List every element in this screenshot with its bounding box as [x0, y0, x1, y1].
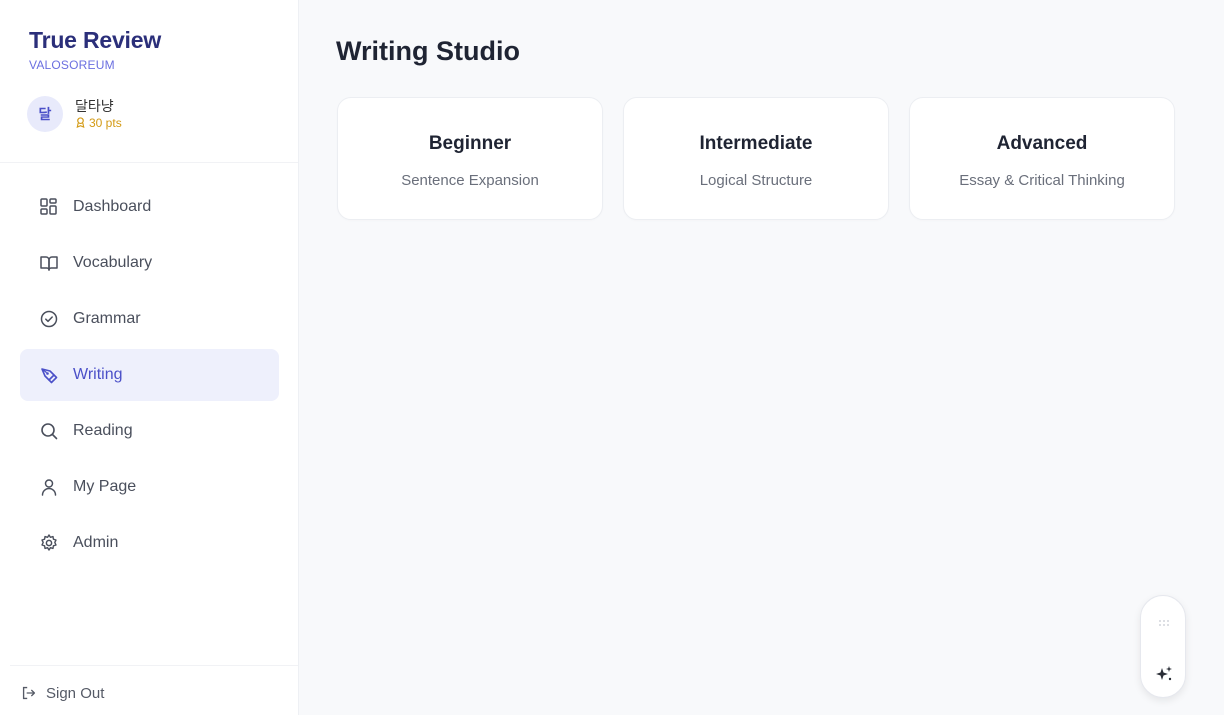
brand[interactable]: True Review VALOSOREUM [29, 27, 161, 72]
sidebar-divider-bottom [10, 665, 298, 666]
user-points: 30 pts [75, 115, 122, 131]
brand-subtitle: VALOSOREUM [29, 58, 115, 72]
sidebar-item-label: My Page [73, 478, 137, 495]
drag-handle-icon[interactable] [1157, 618, 1171, 628]
sidebar-item-label: Dashboard [73, 198, 152, 215]
user-points-value: 30 pts [89, 115, 122, 130]
app-root: True Review VALOSOREUM 달 달타냥 30 pts Dash… [0, 0, 1224, 715]
card-subtitle: Sentence Expansion [401, 172, 539, 189]
sidebar-item-my-page[interactable]: My Page [20, 461, 279, 513]
sidebar-nav: Dashboard Vocabulary Grammar Writing Rea… [20, 181, 279, 573]
sign-out-label: Sign Out [46, 684, 105, 702]
user-name: 달타냥 [75, 97, 114, 114]
book-open-icon [38, 252, 60, 274]
brand-title: True Review [29, 27, 162, 53]
sidebar-item-admin[interactable]: Admin [20, 517, 279, 569]
sidebar-item-vocabulary[interactable]: Vocabulary [20, 237, 279, 289]
card-advanced[interactable]: Advanced Essay & Critical Thinking [909, 97, 1175, 220]
sidebar-item-label: Reading [73, 422, 133, 439]
card-intermediate[interactable]: Intermediate Logical Structure [623, 97, 889, 220]
medal-icon [76, 117, 85, 128]
logout-icon [20, 684, 38, 702]
main-content: Writing Studio Beginner Sentence Expansi… [299, 0, 1224, 715]
card-beginner[interactable]: Beginner Sentence Expansion [337, 97, 603, 220]
dashboard-grid-icon [38, 196, 60, 218]
sparkle-icon[interactable] [1152, 662, 1176, 686]
sidebar-item-label: Grammar [73, 310, 141, 327]
page-title: Writing Studio [336, 36, 520, 66]
search-icon [38, 420, 60, 442]
sidebar-item-label: Writing [73, 366, 123, 383]
card-title: Advanced [996, 133, 1088, 154]
check-circle-icon [38, 308, 60, 330]
sign-out-button[interactable]: Sign Out [20, 684, 104, 702]
sidebar-item-writing[interactable]: Writing [20, 349, 279, 401]
pen-tool-icon [38, 364, 60, 386]
card-subtitle: Essay & Critical Thinking [959, 172, 1125, 189]
sidebar-item-dashboard[interactable]: Dashboard [20, 181, 279, 233]
sidebar-item-reading[interactable]: Reading [20, 405, 279, 457]
floating-toolbar [1140, 595, 1186, 698]
gear-icon [38, 532, 60, 554]
level-cards: Beginner Sentence Expansion Intermediate… [337, 97, 1175, 220]
sidebar-item-grammar[interactable]: Grammar [20, 293, 279, 345]
card-subtitle: Logical Structure [699, 172, 813, 189]
sidebar-item-label: Admin [73, 534, 119, 551]
sidebar: True Review VALOSOREUM 달 달타냥 30 pts Dash… [0, 0, 299, 715]
user-profile[interactable]: 달 달타냥 30 pts [27, 96, 122, 132]
card-title: Beginner [428, 133, 512, 154]
user-info: 달타냥 30 pts [75, 98, 122, 131]
sidebar-divider [0, 162, 298, 163]
avatar: 달 [27, 96, 63, 132]
user-icon [38, 476, 60, 498]
sidebar-item-label: Vocabulary [73, 254, 153, 271]
card-title: Intermediate [699, 133, 813, 154]
